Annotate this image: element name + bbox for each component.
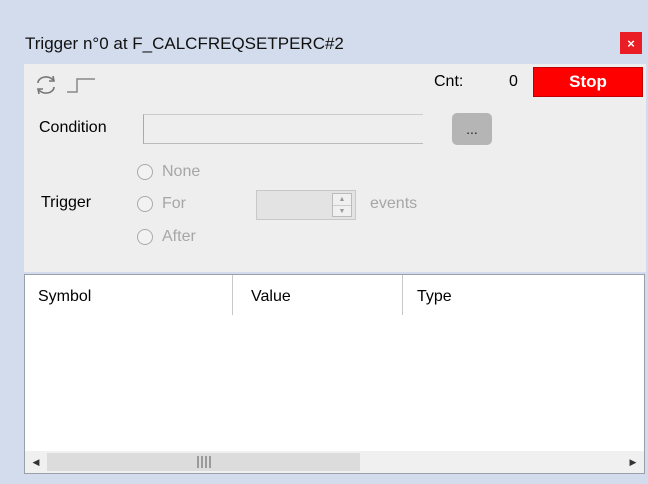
window-title: Trigger n°0 at F_CALCFREQSETPERC#2 — [25, 34, 344, 53]
column-header-type[interactable]: Type — [417, 288, 452, 306]
symbol-table: Symbol Value Type ◀ ▶ — [24, 274, 645, 474]
radio-none-label: None — [162, 163, 201, 180]
event-count-spinner[interactable]: ▲ ▼ — [332, 193, 352, 217]
spin-down-icon[interactable]: ▼ — [333, 206, 351, 217]
column-divider[interactable] — [232, 275, 233, 315]
scroll-right-icon[interactable]: ▶ — [622, 451, 644, 473]
column-header-symbol[interactable]: Symbol — [38, 288, 91, 306]
browse-button[interactable]: ... — [452, 113, 492, 145]
events-unit-label: events — [370, 195, 418, 212]
trigger-label: Trigger — [41, 194, 92, 211]
count-value: 0 — [509, 73, 518, 90]
title-bar: Trigger n°0 at F_CALCFREQSETPERC#2 × — [0, 0, 648, 62]
column-divider[interactable] — [402, 275, 403, 315]
column-header-value[interactable]: Value — [251, 288, 291, 306]
spin-up-icon[interactable]: ▲ — [333, 194, 351, 206]
condition-label: Condition — [39, 119, 107, 136]
condition-input[interactable] — [143, 114, 423, 144]
radio-for-label: For — [162, 195, 186, 212]
grip-icon — [196, 456, 211, 468]
radio-after[interactable] — [137, 229, 153, 245]
scrollbar-thumb[interactable] — [47, 453, 360, 471]
stop-button[interactable]: Stop — [533, 67, 643, 97]
horizontal-scrollbar[interactable]: ◀ ▶ — [25, 451, 644, 473]
radio-after-label: After — [162, 228, 196, 245]
refresh-icon[interactable] — [34, 74, 60, 96]
radio-none[interactable] — [137, 164, 153, 180]
step-edge-icon[interactable] — [66, 76, 96, 96]
count-label: Cnt: — [434, 73, 464, 90]
close-button[interactable]: × — [620, 32, 642, 54]
radio-for[interactable] — [137, 196, 153, 212]
scroll-left-icon[interactable]: ◀ — [25, 451, 47, 473]
